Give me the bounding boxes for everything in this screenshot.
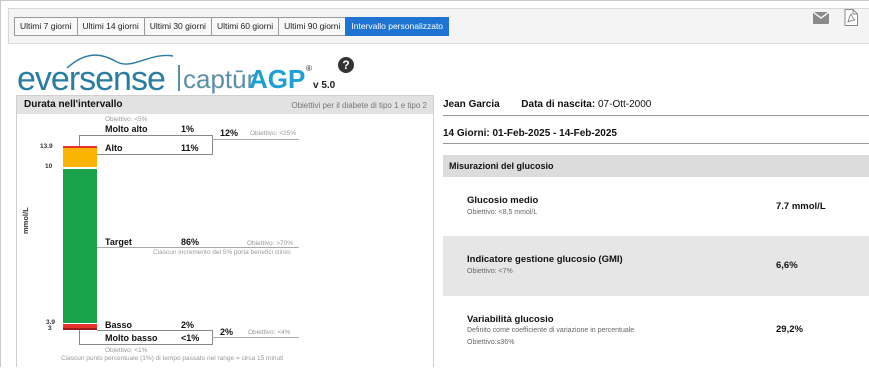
mean-glucose-name: Glucosio medio	[467, 195, 539, 206]
report-period: 14 Giorni: 01-Feb-2025 - 14-Feb-2025	[443, 128, 617, 139]
very-high-percent: 1%	[181, 124, 195, 134]
measurement-row-glucose-variability: Variabilità glucosio Definito come coeff…	[443, 296, 869, 367]
range-tabs: Ultimi 7 giorni Ultimi 14 giorni Ultimi …	[14, 17, 450, 36]
bar-very-low	[63, 328, 97, 330]
patient-info: Jean Garcia Data di nascita: 07-Ott-2000	[443, 99, 651, 110]
very-high-leader	[79, 135, 80, 146]
very-low-leader	[79, 330, 80, 344]
high-bracket-v	[212, 135, 213, 155]
very-low-underline	[105, 344, 212, 345]
high-combined-objective: Obiettivo: <25%	[250, 130, 297, 137]
high-underline	[105, 154, 212, 155]
mail-icon[interactable]	[813, 12, 829, 24]
time-in-range-subtitle: Obiettivi per il diabete di tipo 1 e tip…	[291, 101, 427, 110]
low-combined-objective: Obiettivo: <4%	[248, 329, 291, 336]
time-in-range-title: Durata nell'intervallo	[24, 99, 123, 110]
very-low-label: Molto basso	[105, 333, 158, 343]
very-low-percent: <1%	[181, 333, 200, 343]
pdf-icon[interactable]	[844, 9, 858, 26]
time-in-range-footnote: Ciascun punto percentuale (1%) di tempo …	[61, 355, 284, 362]
very-high-underline	[105, 135, 212, 136]
bar-high	[63, 148, 97, 167]
very-low-leader-h	[79, 344, 105, 345]
logo-divider	[178, 65, 180, 91]
glucose-measurements-panel: Misurazioni del glucosio Glucosio medio …	[443, 155, 869, 367]
time-in-range-panel: Durata nell'intervallo Obiettivi per il …	[16, 95, 434, 367]
gmi-objective: Obiettivo: <7%	[467, 268, 513, 275]
tab-last-60-days[interactable]: Ultimi 60 giorni	[210, 17, 280, 36]
very-high-objective: Obiettivo: <5%	[105, 116, 148, 123]
target-underline	[97, 247, 299, 248]
time-in-range-chart: mmol/L 13.9 10 3.9 3 Obiettivo: <5% Molt…	[17, 114, 435, 368]
mean-glucose-value: 7.7 mmol/L	[776, 201, 826, 212]
high-combined-underline	[212, 139, 299, 140]
high-label: Alto	[105, 143, 123, 153]
glucose-measurements-title: Misurazioni del glucosio	[449, 161, 554, 171]
dob-label: Data di nascita:	[521, 99, 596, 110]
dob-value: 07-Ott-2000	[597, 99, 652, 110]
y-tick-13-9: 13.9	[40, 143, 53, 150]
measurement-row-mean-glucose: Glucosio medio Obiettivo: <8,5 mmol/L 7.…	[443, 177, 869, 236]
target-label: Target	[105, 237, 132, 247]
bar-target	[63, 169, 97, 323]
logo-registered: ®	[306, 64, 312, 73]
help-icon[interactable]: ?	[338, 57, 354, 73]
low-label: Basso	[105, 320, 133, 330]
tab-last-90-days[interactable]: Ultimi 90 giorni	[278, 17, 347, 36]
y-tick-10: 10	[45, 163, 53, 170]
tab-custom-range[interactable]: Intervallo personalizzato	[345, 17, 450, 36]
y-axis-label: mmol/L	[21, 207, 30, 234]
target-note: Ciascun incremento del 5% porta benefici…	[153, 249, 291, 256]
tab-last-14-days[interactable]: Ultimi 14 giorni	[76, 17, 145, 36]
gmi-name: Indicatore gestione glucosio (GMI)	[467, 254, 623, 265]
eversense-captur-agp-logo: eversense captūr AGP ® v 5.0	[17, 50, 335, 98]
target-percent: 86%	[181, 237, 200, 247]
tab-last-7-days[interactable]: Ultimi 7 giorni	[14, 17, 78, 36]
high-combined-percent: 12%	[220, 128, 239, 138]
glucose-variability-value: 29,2%	[776, 324, 803, 335]
logo-agp: AGP	[249, 64, 306, 94]
logo-version: v 5.0	[313, 80, 336, 91]
low-combined-underline	[212, 337, 299, 338]
patient-divider	[443, 115, 869, 116]
period-divider	[443, 143, 869, 144]
high-percent: 11%	[181, 143, 199, 153]
logo-eversense: eversense	[17, 60, 166, 98]
tab-last-30-days[interactable]: Ultimi 30 giorni	[143, 17, 212, 36]
very-high-label: Molto alto	[105, 124, 148, 134]
mean-glucose-objective: Obiettivo: <8,5 mmol/L	[467, 209, 538, 216]
toolbar: Ultimi 7 giorni Ultimi 14 giorni Ultimi …	[8, 8, 869, 44]
low-combined-percent: 2%	[220, 327, 234, 337]
measurement-row-gmi: Indicatore gestione glucosio (GMI) Obiet…	[443, 236, 869, 296]
time-in-range-header: Durata nell'intervallo Obiettivi per il …	[17, 96, 433, 114]
glucose-variability-definition: Definito come coefficiente di variazione…	[467, 327, 635, 334]
glucose-measurements-header: Misurazioni del glucosio	[443, 155, 869, 177]
gmi-value: 6,6%	[776, 260, 798, 271]
logo-captur: captūr	[183, 64, 256, 94]
patient-name: Jean Garcia	[443, 99, 500, 110]
target-objective: Obiettivo: >70%	[247, 240, 294, 247]
y-tick-3: 3	[48, 325, 52, 332]
glucose-variability-objective: Obiettivo:≤36%	[467, 339, 515, 346]
glucose-variability-name: Variabilità glucosio	[467, 314, 554, 325]
low-underline	[97, 330, 212, 331]
low-percent: 2%	[181, 320, 195, 330]
very-high-leader-h	[79, 135, 105, 136]
very-low-objective: Obiettivo: <1%	[105, 347, 148, 354]
high-leader	[97, 154, 105, 155]
